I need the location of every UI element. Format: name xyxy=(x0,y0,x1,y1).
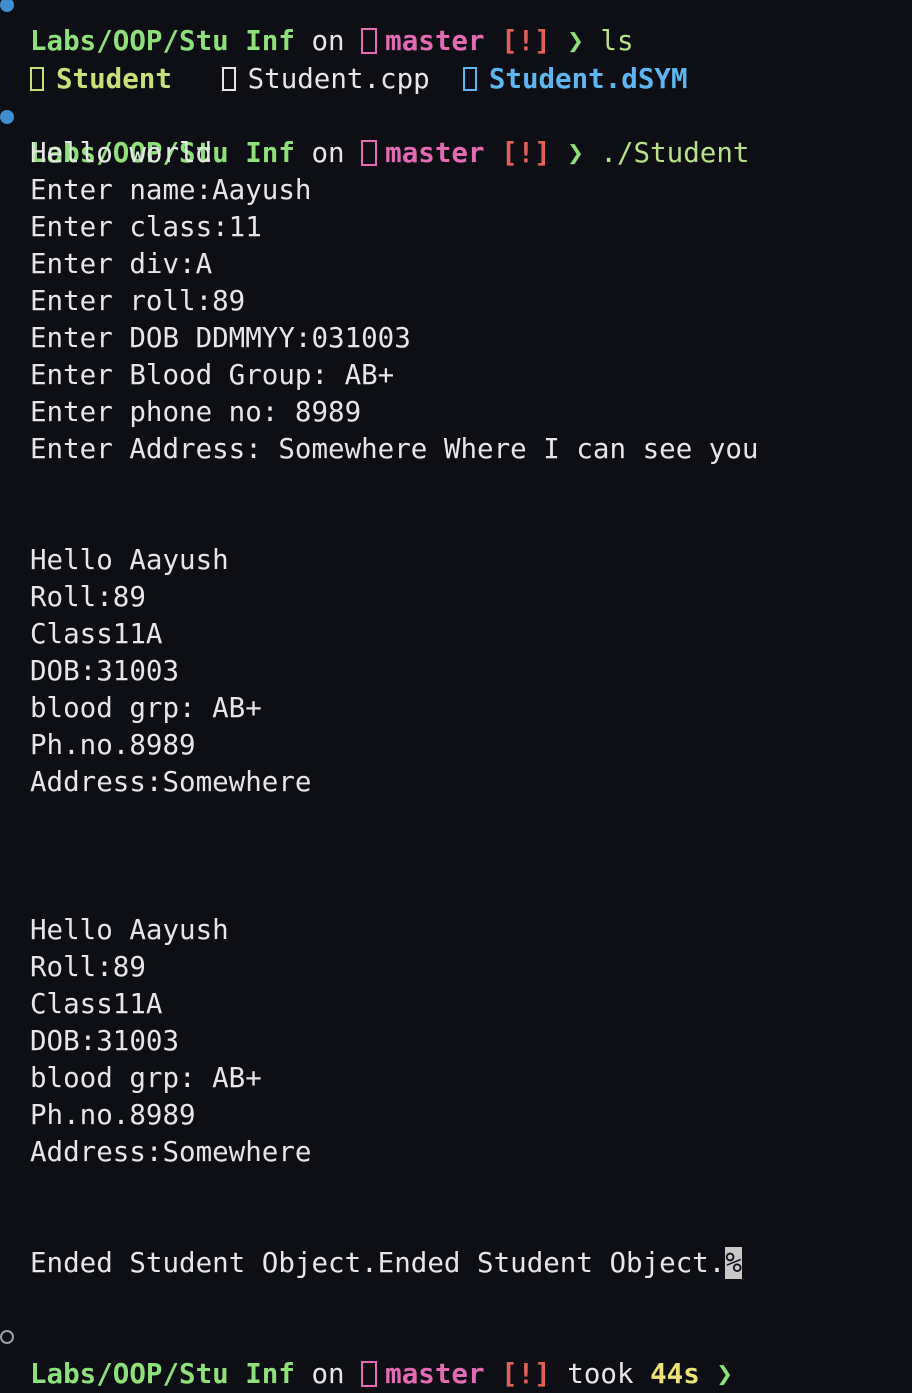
ls-item-source: Student.cpp xyxy=(221,63,430,95)
prompt-command: ./Student xyxy=(600,137,750,169)
output-line: Enter Blood Group: AB+ xyxy=(30,359,395,391)
output-line: Hello Aayush xyxy=(30,544,229,576)
executable-icon xyxy=(30,67,44,91)
prompt-status: [!] xyxy=(501,137,551,169)
output-line: Hello Aayush xyxy=(30,914,229,946)
output-line: Enter roll:89 xyxy=(30,285,246,317)
output-line: DOB:31003 xyxy=(30,655,180,687)
prompt-indicator-dot xyxy=(0,110,14,124)
file-icon xyxy=(221,67,236,91)
prompt-path: Labs/OOP/Stu Inf xyxy=(30,1358,295,1390)
ls-item-directory-label: Student.dSYM xyxy=(488,63,688,95)
prompt-line-final: Labs/OOP/Stu Inf on master [!] took 44s … xyxy=(30,1319,733,1390)
prompt-line-ls: Labs/OOP/Stu Inf on master [!] ❯ ls xyxy=(30,0,634,57)
prompt-line-run: Labs/OOP/Stu Inf on master [!] ❯ ./Stude… xyxy=(30,98,749,169)
output-line: Enter class:11 xyxy=(30,211,262,243)
prompt-chevron[interactable]: ❯ xyxy=(716,1358,733,1390)
prompt-branch: master xyxy=(385,1358,485,1390)
output-line: Enter phone no: 8989 xyxy=(30,396,362,428)
prompt-on: on xyxy=(311,1358,345,1390)
prompt-chevron: ❯ xyxy=(567,137,584,169)
output-line: Ph.no.8989 xyxy=(30,729,196,761)
folder-icon xyxy=(462,67,477,91)
no-newline-marker: % xyxy=(725,1247,742,1279)
output-line: DOB:31003 xyxy=(30,1025,180,1057)
output-line: Enter div:A xyxy=(30,248,213,280)
ls-item-source-label: Student.cpp xyxy=(247,63,430,95)
git-branch-icon xyxy=(361,1361,378,1387)
ls-item-executable: Student xyxy=(30,63,172,95)
ls-item-executable-label: Student xyxy=(56,63,172,95)
output-line: Address:Somewhere xyxy=(30,1136,312,1168)
prompt-duration: 44s xyxy=(650,1358,700,1390)
prompt-status: [!] xyxy=(501,1358,551,1390)
prompt-branch: master xyxy=(385,137,485,169)
prompt-on: on xyxy=(311,137,345,169)
output-line: blood grp: AB+ xyxy=(30,692,262,724)
prompt-indicator-dot xyxy=(0,0,14,12)
output-line: blood grp: AB+ xyxy=(30,1062,262,1094)
output-line: Ph.no.8989 xyxy=(30,1099,196,1131)
output-line: Enter name:Aayush xyxy=(30,174,312,206)
output-line: Enter Address: Somewhere Where I can see… xyxy=(30,433,759,465)
ended-text: Ended Student Object.Ended Student Objec… xyxy=(30,1247,726,1279)
output-line: Enter DOB DDMMYY:031003 xyxy=(30,322,411,354)
ls-output: Student Student.cpp Student.dSYM xyxy=(30,24,688,95)
output-line: Class11A xyxy=(30,988,163,1020)
output-line: Class11A xyxy=(30,618,163,650)
output-line: Roll:89 xyxy=(30,951,146,983)
prompt-indicator-ring xyxy=(0,1330,14,1344)
git-branch-icon xyxy=(361,140,378,166)
output-line-ended: Ended Student Object.Ended Student Objec… xyxy=(30,1245,742,1282)
output-line: Hello world xyxy=(30,137,213,169)
prompt-took: took xyxy=(567,1358,634,1390)
ls-item-directory: Student.dSYM xyxy=(462,63,688,95)
output-line: Address:Somewhere xyxy=(30,766,312,798)
output-line: Roll:89 xyxy=(30,581,146,613)
